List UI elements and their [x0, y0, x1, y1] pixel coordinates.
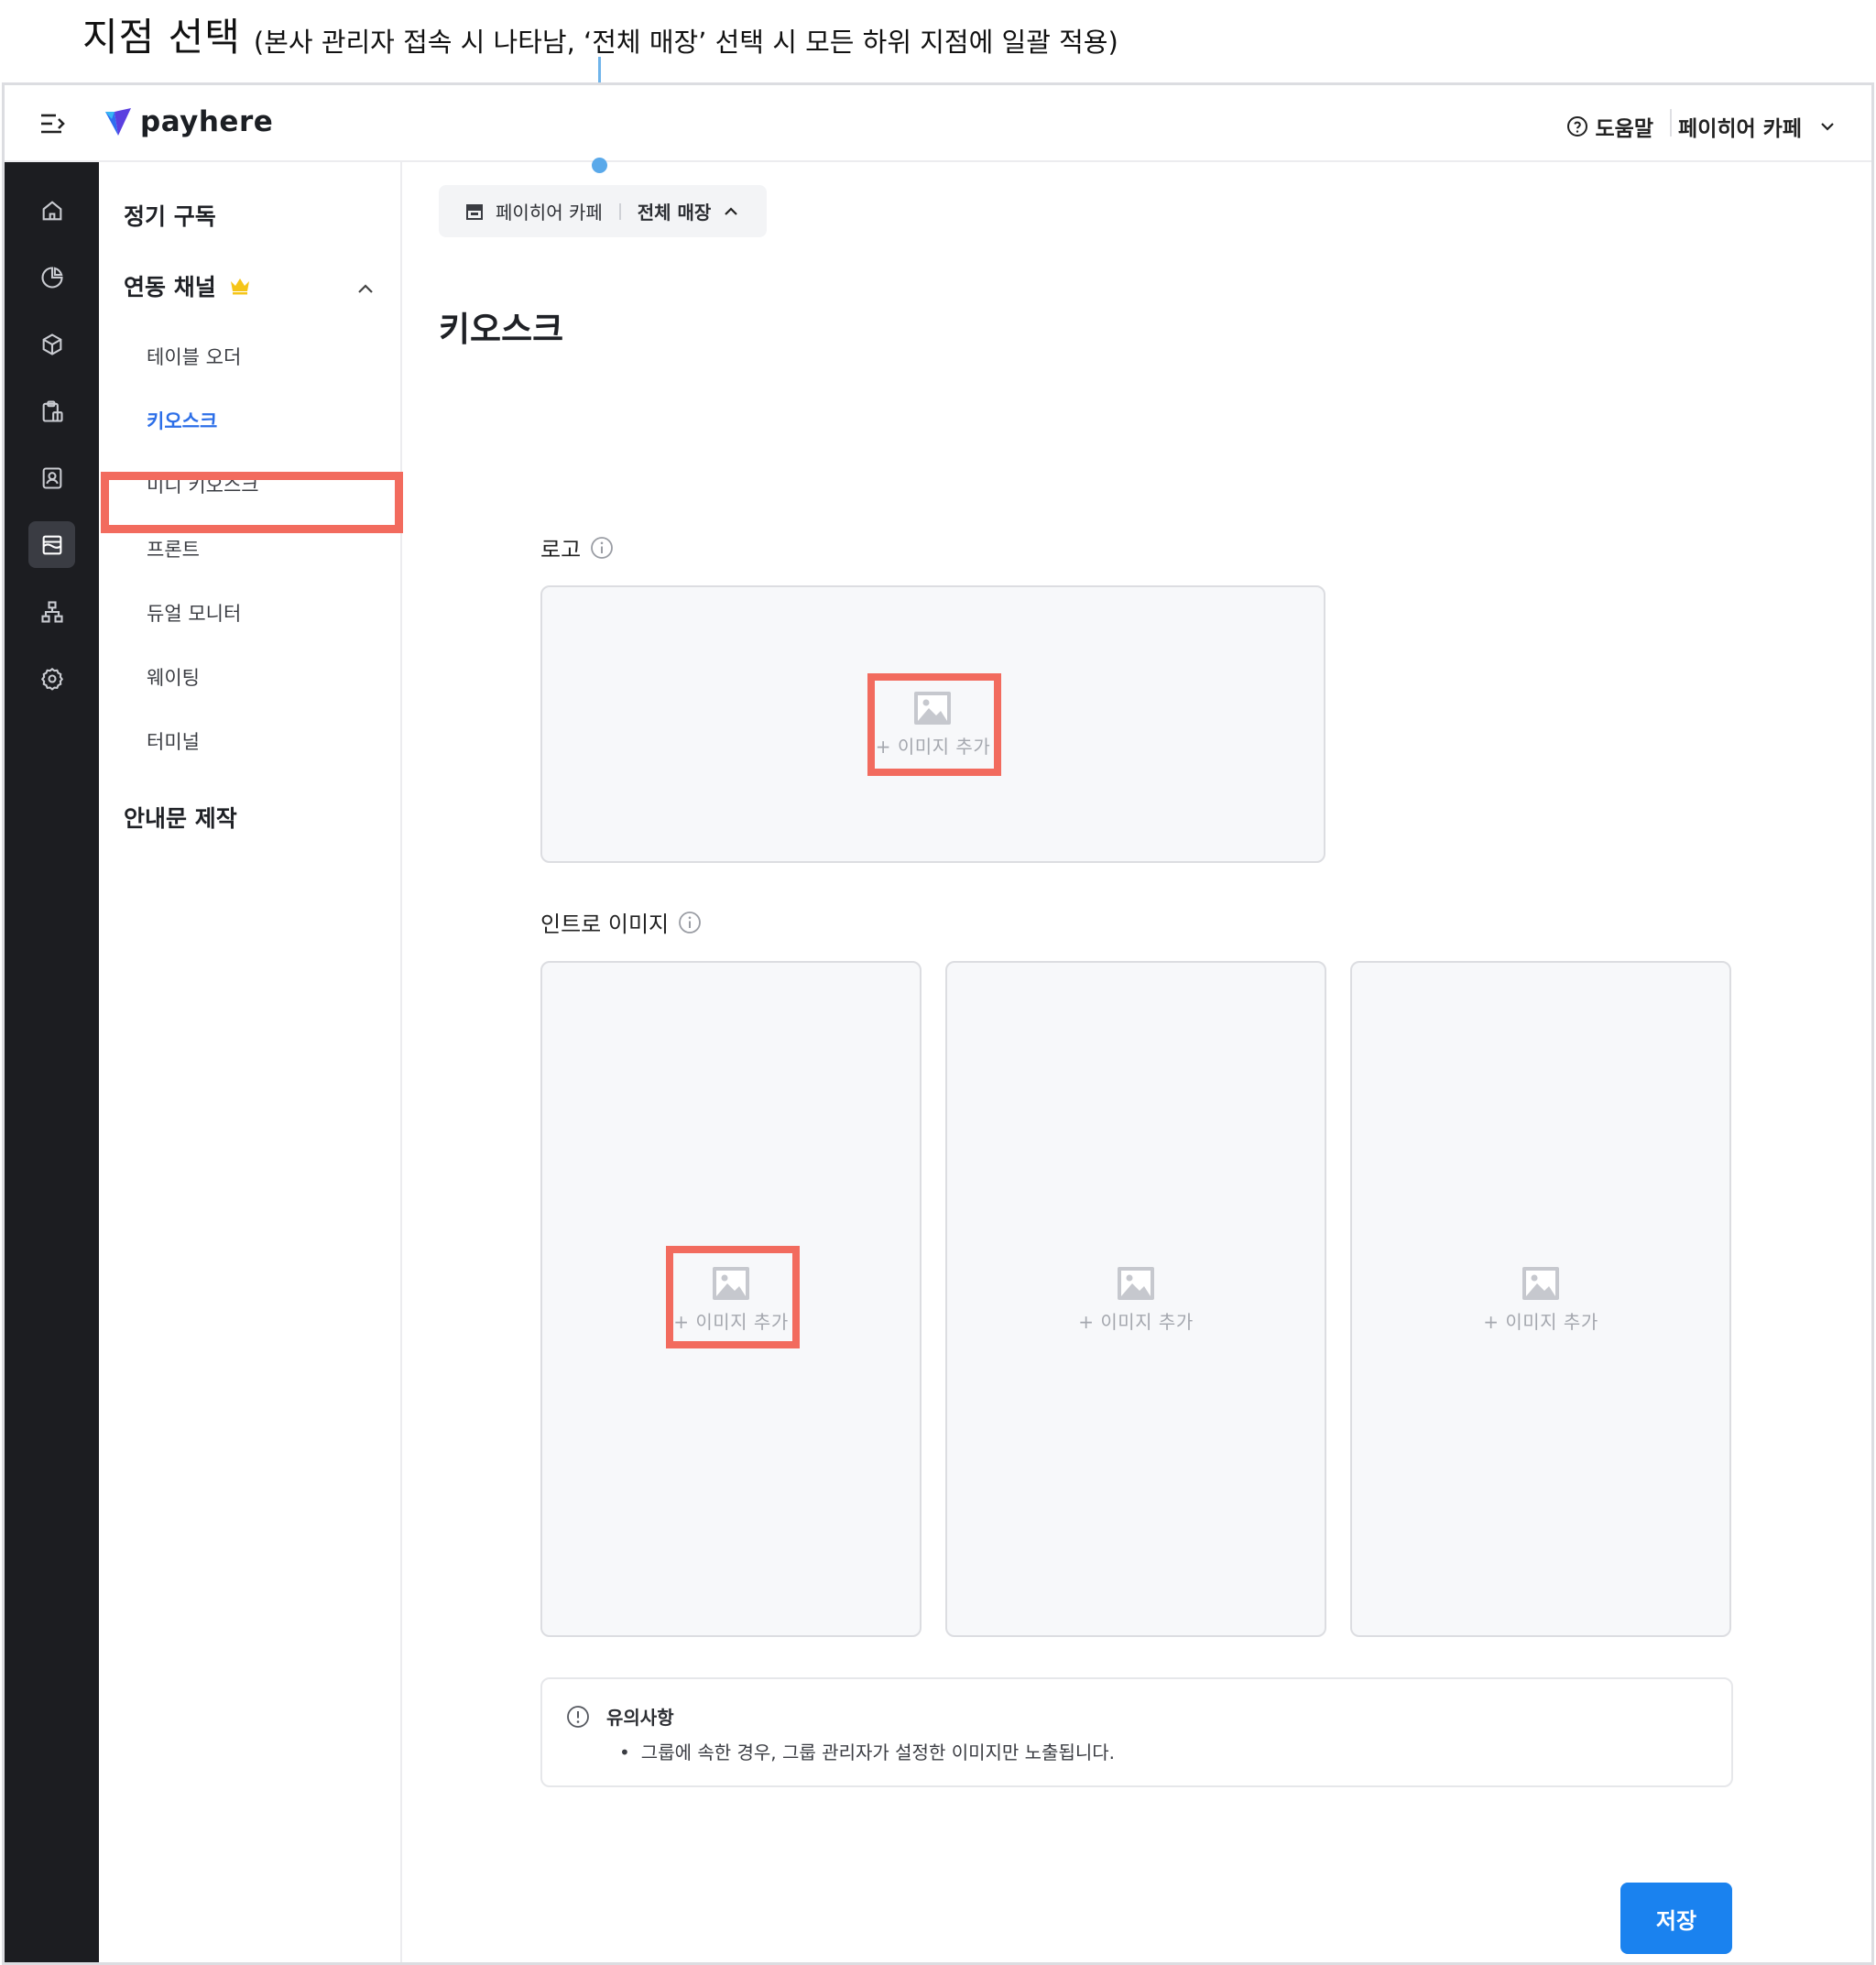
- kiosk-highlight-box: [101, 472, 403, 533]
- notice-text: 그룹에 속한 경우, 그룹 관리자가 설정한 이미지만 노출됩니다.: [640, 1741, 1116, 1763]
- annotation-dot: [592, 158, 607, 173]
- intro-section-label: 인트로 이미지: [540, 906, 702, 938]
- help-link[interactable]: 도움말: [1566, 111, 1653, 142]
- chevron-down-icon: [1821, 123, 1834, 131]
- image-icon: [1522, 1266, 1559, 1300]
- main-content: 페이히어 카페 전체 매장 키오스크 로고 + 이미지 추가 인트로 이미지 +…: [404, 162, 1871, 1962]
- rail-orders[interactable]: [28, 388, 75, 434]
- nav-subscription[interactable]: 정기 구독: [124, 199, 216, 232]
- app-window: payhere 도움말 페이히어 카페 정기 구독 연동 채널 테이블 오더 키…: [2, 82, 1874, 1965]
- info-icon[interactable]: [590, 536, 614, 560]
- payhere-logo[interactable]: payhere: [104, 105, 273, 138]
- intro-label: 인트로 이미지: [540, 912, 670, 937]
- add-image-label: + 이미지 추가: [1078, 1310, 1194, 1333]
- rail-analytics[interactable]: [28, 254, 75, 300]
- icon-rail: [5, 162, 99, 1962]
- nav-item-dual-monitor[interactable]: 듀얼 모니터: [147, 599, 241, 627]
- menu-toggle-icon[interactable]: [39, 111, 67, 136]
- top-bar: payhere 도움말 페이히어 카페: [5, 85, 1871, 162]
- nav-item-terminal[interactable]: 터미널: [147, 727, 200, 755]
- intro-add-highlight: [666, 1246, 800, 1348]
- intro-add-image-2[interactable]: + 이미지 추가: [1078, 1265, 1193, 1334]
- chevron-up-icon[interactable]: [356, 283, 375, 294]
- annotation-note: (본사 관리자 접속 시 나타남, ‘전체 매장’ 선택 시 모든 하위 지점에…: [253, 27, 1118, 58]
- help-circle-icon: [1566, 116, 1587, 136]
- rail-organization[interactable]: [28, 588, 75, 635]
- nav-notice-make[interactable]: 안내문 제작: [124, 801, 237, 834]
- info-icon[interactable]: [678, 911, 702, 934]
- contact-icon: [42, 466, 61, 489]
- crown-icon: [230, 278, 249, 295]
- nav-item-kiosk[interactable]: 키오스크: [147, 407, 217, 434]
- chevron-up-icon: [725, 206, 738, 215]
- nav-item-table-order[interactable]: 테이블 오더: [147, 343, 241, 370]
- nav-channels-label: 연동 채널: [124, 274, 216, 300]
- box-icon: [42, 333, 61, 355]
- notice-header: 유의사항: [566, 1703, 674, 1730]
- notice-title: 유의사항: [606, 1707, 674, 1729]
- branch-divider: [618, 202, 621, 220]
- image-icon: [1117, 1266, 1154, 1300]
- logo-add-highlight: [867, 673, 1001, 776]
- logo-text: payhere: [140, 105, 274, 138]
- shop-icon: [466, 203, 483, 220]
- intro-upload-area-3[interactable]: + 이미지 추가: [1350, 961, 1731, 1637]
- annotation-callout: 지점 선택 (본사 관리자 접속 시 나타남, ‘전체 매장’ 선택 시 모든 …: [82, 5, 1118, 62]
- logo-section-label: 로고: [540, 531, 614, 563]
- rail-products[interactable]: [28, 321, 75, 367]
- nav-item-front[interactable]: 프론트: [147, 535, 200, 562]
- settings-icon: [40, 667, 63, 691]
- page-title: 키오스크: [439, 310, 564, 349]
- rail-customers[interactable]: [28, 454, 75, 501]
- chart-icon: [40, 266, 63, 289]
- clipboard-icon: [42, 399, 63, 422]
- save-button[interactable]: 저장: [1620, 1883, 1732, 1954]
- branch-selector[interactable]: 페이히어 카페 전체 매장: [439, 185, 767, 237]
- store-icon: [42, 535, 61, 554]
- store-selector[interactable]: 페이히어 카페: [1678, 111, 1835, 142]
- notice-box: 유의사항 • 그룹에 속한 경우, 그룹 관리자가 설정한 이미지만 노출됩니다.: [540, 1677, 1733, 1787]
- org-chart-icon: [40, 600, 63, 623]
- sub-navigation: 정기 구독 연동 채널 테이블 오더 키오스크 미니 키오스크 프론트 듀얼 모…: [99, 162, 403, 1962]
- annotation-title: 지점 선택: [82, 15, 241, 60]
- add-image-label: + 이미지 추가: [1483, 1310, 1598, 1333]
- intro-upload-area-2[interactable]: + 이미지 추가: [945, 961, 1326, 1637]
- rail-home[interactable]: [28, 187, 75, 234]
- payhere-logo-icon: [105, 108, 131, 136]
- logo-label: 로고: [540, 537, 582, 562]
- store-name: 페이히어 카페: [1678, 117, 1802, 141]
- alert-circle-icon: [567, 1705, 589, 1728]
- topbar-divider: [1670, 109, 1672, 136]
- help-label: 도움말: [1595, 117, 1653, 141]
- rail-store[interactable]: [28, 521, 75, 568]
- nav-item-waiting[interactable]: 웨이팅: [147, 663, 200, 691]
- nav-channels[interactable]: 연동 채널: [124, 269, 251, 302]
- notice-item: • 그룹에 속한 경우, 그룹 관리자가 설정한 이미지만 노출됩니다.: [619, 1738, 1115, 1764]
- branch-brand: 페이히어 카페: [496, 202, 603, 224]
- branch-selected: 전체 매장: [637, 202, 712, 224]
- bullet-icon: •: [619, 1741, 630, 1763]
- intro-add-image-3[interactable]: + 이미지 추가: [1483, 1265, 1598, 1334]
- home-icon: [42, 200, 61, 220]
- rail-settings[interactable]: [28, 655, 75, 702]
